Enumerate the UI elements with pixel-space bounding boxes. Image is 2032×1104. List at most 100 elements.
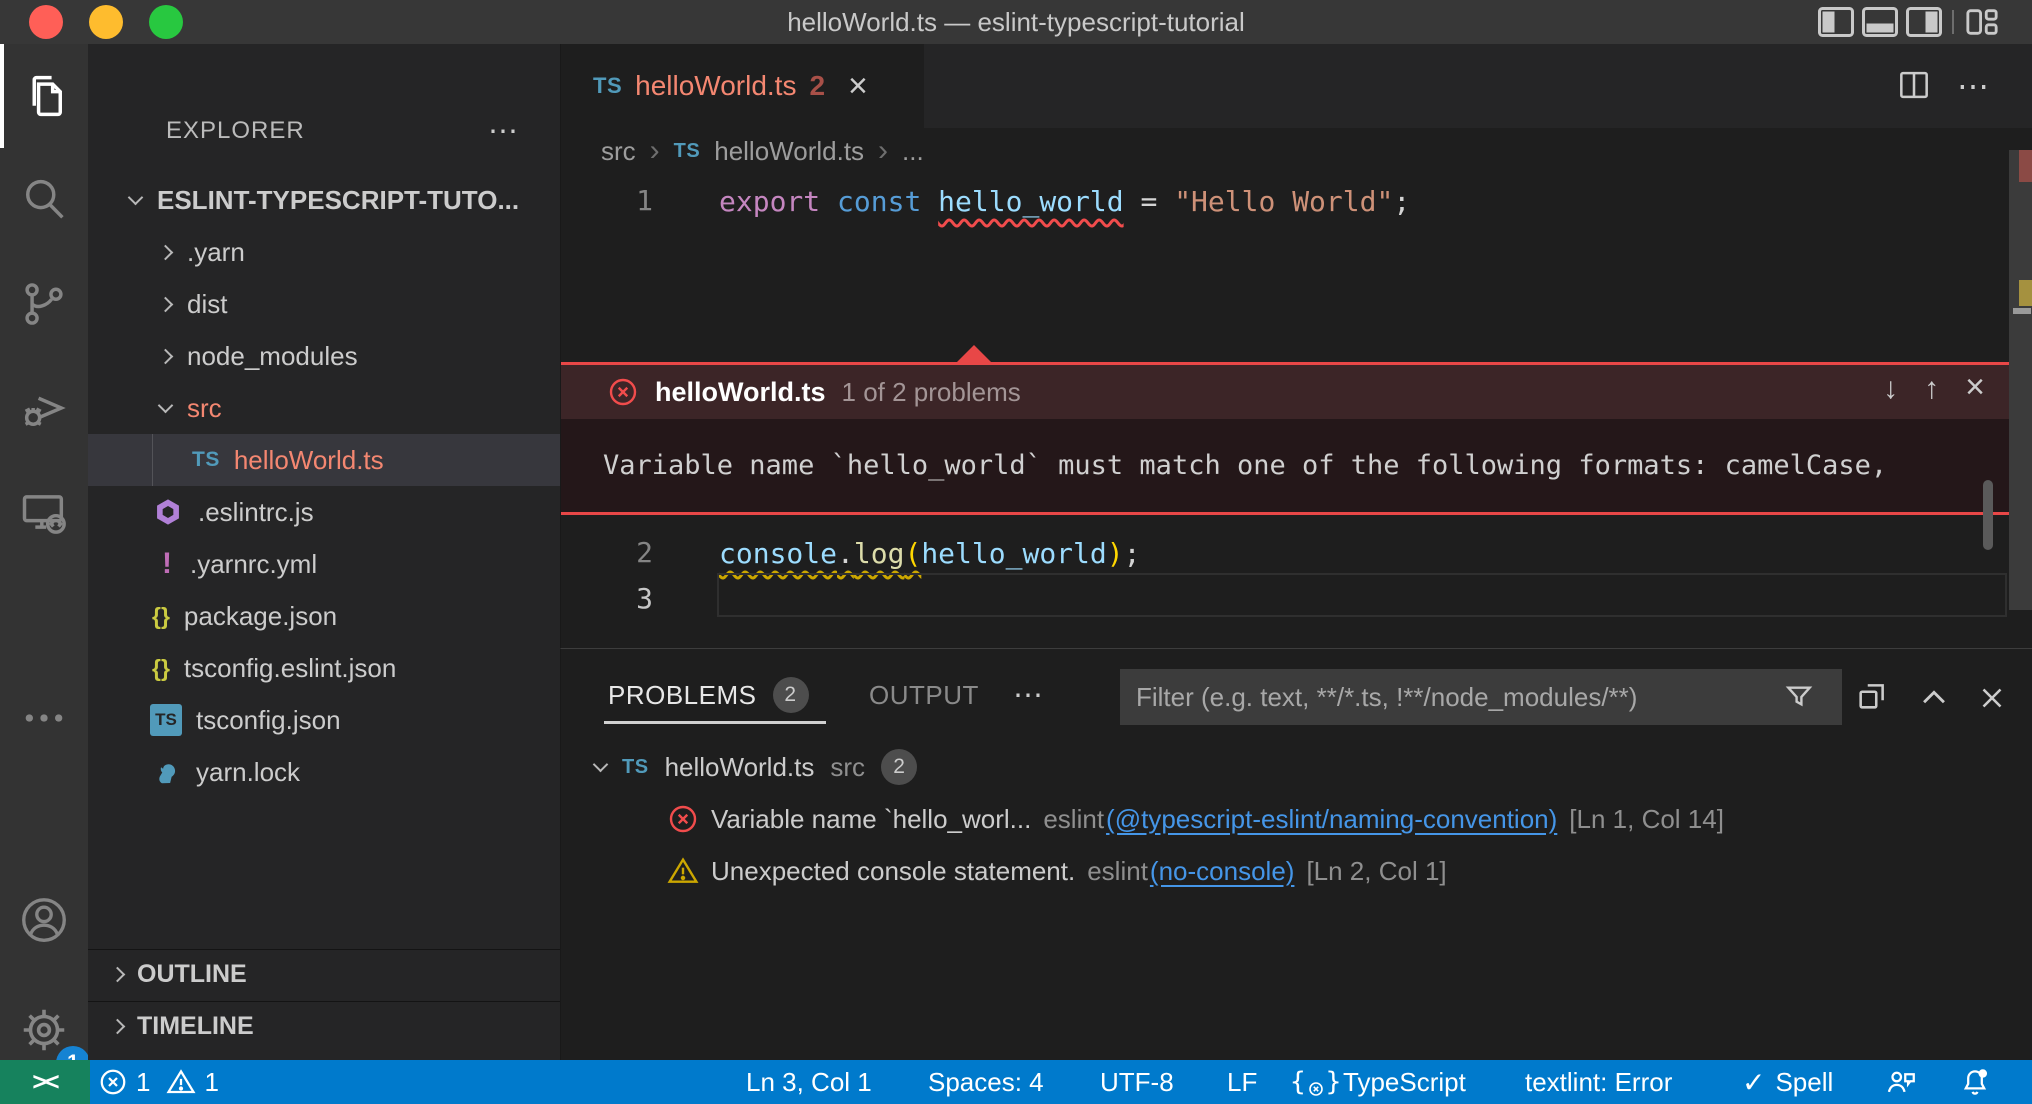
problems-filter-input[interactable] xyxy=(1120,669,1842,725)
explorer-sidebar: EXPLORER ⋯ ESLINT-TYPESCRIPT-TUTO... .ya… xyxy=(88,44,560,1060)
breadcrumb-symbol-more[interactable]: ... xyxy=(902,136,924,167)
search-icon[interactable] xyxy=(0,148,88,252)
customize-layout-icon[interactable] xyxy=(1962,6,2002,38)
json-file-icon: {} xyxy=(152,603,170,630)
close-panel-icon[interactable] xyxy=(1975,681,2009,715)
rule-link[interactable]: (@typescript-eslint/naming-convention) xyxy=(1106,804,1557,835)
code-line-2: console.log(hello_world); xyxy=(719,529,1140,577)
file-row-tsconfig-json[interactable]: TS tsconfig.json xyxy=(88,694,560,746)
tab-problems[interactable]: PROBLEMS 2 xyxy=(608,649,809,741)
peek-message: Variable name `hello_world` must match o… xyxy=(561,450,1887,481)
file-row-eslintrc-js[interactable]: .eslintrc.js xyxy=(88,486,560,538)
cursor-position-status[interactable]: Ln 3, Col 1 xyxy=(746,1060,872,1104)
chevron-right-icon xyxy=(158,348,174,364)
peek-title: helloWorld.ts xyxy=(655,377,826,408)
problems-group-row[interactable]: TS helloWorld.ts src 2 xyxy=(561,741,2032,793)
typescript-file-icon: TS xyxy=(192,448,220,472)
explorer-icon[interactable] xyxy=(0,44,88,148)
line-number[interactable]: 1 xyxy=(561,177,653,225)
status-bar: >< 1 1 Ln 3, Col 1 Spaces: 4 UTF-8 LF { … xyxy=(0,1060,2032,1104)
peek-close-icon[interactable]: × xyxy=(1965,368,1985,407)
ruler-warning-marker xyxy=(2019,280,2032,306)
breadcrumb-separator: › xyxy=(878,134,888,168)
language-status-icon[interactable]: { } xyxy=(1290,1060,1341,1104)
tab-close-icon[interactable]: × xyxy=(848,67,868,106)
language-mode-status[interactable]: TypeScript xyxy=(1343,1060,1466,1104)
file-row-tsconfig-eslint-json[interactable]: {} tsconfig.eslint.json xyxy=(88,642,560,694)
accounts-icon[interactable] xyxy=(0,870,88,970)
textlint-status[interactable]: textlint: Error xyxy=(1525,1060,1672,1104)
problem-row-warning[interactable]: Unexpected console statement. eslint(no-… xyxy=(561,845,2032,897)
eslint-file-icon xyxy=(152,496,184,528)
collapse-all-icon[interactable] xyxy=(1855,679,1889,713)
warning-icon xyxy=(667,855,699,887)
rule-link[interactable]: (no-console) xyxy=(1150,856,1295,887)
file-row-package-json[interactable]: {} package.json xyxy=(88,590,560,642)
file-row-yarn-lock[interactable]: yarn.lock xyxy=(88,746,560,798)
eol-status[interactable]: LF xyxy=(1227,1060,1257,1104)
spell-checker-status[interactable]: ✓ Spell xyxy=(1742,1060,1833,1104)
breadcrumb-file[interactable]: helloWorld.ts xyxy=(714,136,864,167)
source-control-icon[interactable] xyxy=(0,252,88,356)
error-icon xyxy=(667,803,699,835)
notifications-bell-icon[interactable] xyxy=(1958,1060,1992,1104)
tab-helloworld-ts[interactable]: TS helloWorld.ts 2 × xyxy=(561,44,924,128)
feedback-icon[interactable] xyxy=(1884,1060,1918,1104)
chevron-right-icon xyxy=(158,244,174,260)
more-views-icon[interactable] xyxy=(0,668,88,768)
peek-meta: 1 of 2 problems xyxy=(842,377,1021,408)
typescript-file-icon: TS xyxy=(674,140,701,163)
editor-group: TS helloWorld.ts 2 × ⋯ src › TS helloWor… xyxy=(560,44,2032,648)
peek-message-area[interactable]: Variable name `hello_world` must match o… xyxy=(561,419,2009,515)
breadcrumb-folder[interactable]: src xyxy=(601,136,636,167)
error-squiggle-token: hello_world xyxy=(938,185,1123,218)
folder-row-yarn[interactable]: .yarn xyxy=(88,226,560,278)
line-number-active[interactable]: 3 xyxy=(561,575,653,623)
line-number[interactable]: 2 xyxy=(561,529,653,577)
folder-row-dist[interactable]: dist xyxy=(88,278,560,330)
code-editor[interactable]: 1 export const hello_world = "Hello Worl… xyxy=(561,174,2032,648)
encoding-status[interactable]: UTF-8 xyxy=(1100,1060,1174,1104)
error-count-icon xyxy=(98,1067,128,1097)
workspace-root-folder[interactable]: ESLINT-TYPESCRIPT-TUTO... xyxy=(88,174,560,226)
warning-count-icon xyxy=(166,1067,196,1097)
filter-funnel-icon[interactable] xyxy=(1783,681,1815,713)
indentation-status[interactable]: Spaces: 4 xyxy=(928,1060,1044,1104)
problem-row-error[interactable]: Variable name `hello_worl... eslint(@typ… xyxy=(561,793,2032,845)
remote-explorer-icon[interactable] xyxy=(0,460,88,564)
ruler-cursor-marker xyxy=(2013,308,2031,314)
ruler-error-marker xyxy=(2019,150,2032,182)
tab-output[interactable]: OUTPUT xyxy=(869,649,979,741)
chevron-right-icon xyxy=(110,1019,126,1035)
peek-scrollbar[interactable] xyxy=(1983,480,1993,515)
timeline-section-header[interactable]: TIMELINE xyxy=(88,1001,560,1051)
warning-squiggle-token: console.log( xyxy=(719,537,921,570)
remote-indicator[interactable]: >< xyxy=(0,1060,90,1104)
outline-section-header[interactable]: OUTLINE xyxy=(88,949,560,999)
explorer-more-actions-icon[interactable]: ⋯ xyxy=(488,106,518,156)
check-icon: ✓ xyxy=(1742,1066,1765,1099)
next-problem-icon[interactable]: ↓ xyxy=(1883,372,1898,407)
tab-problems-badge: 2 xyxy=(809,70,825,102)
toggle-sidebar-icon[interactable] xyxy=(1816,6,1856,38)
explorer-title: EXPLORER xyxy=(166,106,305,156)
window-title: helloWorld.ts — eslint-typescript-tutori… xyxy=(0,0,2032,44)
editor-more-actions-icon[interactable]: ⋯ xyxy=(1957,44,1989,128)
previous-problem-icon[interactable]: ↑ xyxy=(1924,372,1939,407)
yarn-cat-icon xyxy=(152,757,182,787)
error-icon xyxy=(607,376,639,408)
folder-row-node-modules[interactable]: node_modules xyxy=(88,330,560,382)
toggle-secondary-sidebar-icon[interactable] xyxy=(1904,6,1944,38)
split-editor-icon[interactable] xyxy=(1895,66,1933,104)
file-row-helloworld-ts[interactable]: TS helloWorld.ts 2 xyxy=(88,434,560,486)
folder-row-src[interactable]: src xyxy=(88,382,560,434)
titlebar-separator xyxy=(1952,10,1954,34)
toggle-panel-icon[interactable] xyxy=(1860,6,1900,38)
editor-scrollbar[interactable] xyxy=(2009,150,2032,610)
run-debug-icon[interactable] xyxy=(0,356,88,460)
chevron-right-icon xyxy=(110,967,126,983)
problems-status[interactable]: 1 1 xyxy=(98,1060,219,1104)
file-row-yarnrc-yml[interactable]: ! .yarnrc.yml xyxy=(88,538,560,590)
maximize-panel-icon[interactable] xyxy=(1917,681,1951,715)
panel-more-tabs-icon[interactable]: ⋯ xyxy=(1013,649,1044,741)
